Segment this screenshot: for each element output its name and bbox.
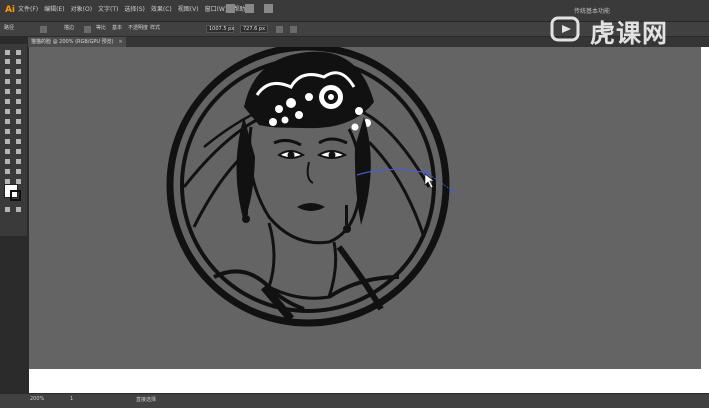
- width-icon[interactable]: [4, 118, 11, 125]
- x-field[interactable]: 1007.5 px: [206, 25, 234, 33]
- canvas-area[interactable]: [29, 47, 701, 369]
- rotate-icon[interactable]: [4, 108, 11, 115]
- menu-view[interactable]: 视图(V): [178, 4, 199, 16]
- uniform-label[interactable]: 等比: [96, 24, 106, 31]
- selection-type-label: 路径: [4, 25, 15, 31]
- menu-object[interactable]: 对象(O): [71, 4, 92, 16]
- type-icon[interactable]: [4, 78, 11, 85]
- watermark-text: 虎课网: [590, 19, 669, 48]
- menu-file[interactable]: 文件(F): [18, 4, 38, 16]
- collar-left: [213, 269, 305, 311]
- curvature-icon[interactable]: [15, 68, 22, 75]
- pencil-icon[interactable]: [4, 98, 11, 105]
- zoom-level[interactable]: 200%: [30, 396, 44, 402]
- screen-mode-icon[interactable]: [15, 206, 22, 213]
- y-field[interactable]: 727.6 px: [240, 25, 268, 33]
- watermark: 虎课网: [546, 10, 706, 50]
- transform-icon[interactable]: [290, 26, 297, 33]
- artboard-icon[interactable]: [4, 168, 11, 175]
- menu-window[interactable]: 窗口(W): [205, 4, 228, 16]
- paintbrush-icon[interactable]: [15, 88, 22, 95]
- artboard-edge: [29, 369, 701, 393]
- status-bar: 200% 1 直接选择: [0, 393, 709, 408]
- scale-icon[interactable]: [15, 108, 22, 115]
- close-icon[interactable]: ×: [118, 37, 122, 47]
- artwork-opera-face[interactable]: [29, 47, 701, 369]
- bridge-icon[interactable]: [226, 4, 235, 13]
- document-tab-title: 猫猫的脸 @ 200% (RGB/GPU 预览): [31, 39, 114, 45]
- stroke-color-swatch[interactable]: [10, 190, 21, 201]
- watermark-logo-icon: [550, 16, 580, 42]
- style-label[interactable]: 样式: [150, 24, 160, 31]
- selection-icon[interactable]: [4, 49, 11, 56]
- basic-label[interactable]: 基本: [112, 24, 122, 31]
- main-menu: 文件(F) 编辑(E) 对象(O) 文字(T) 选择(S) 效果(C) 视图(V…: [18, 4, 254, 16]
- opacity-label[interactable]: 不透明度: [128, 24, 148, 31]
- lasso-icon[interactable]: [15, 58, 22, 65]
- direct-selection-icon[interactable]: [15, 49, 22, 56]
- headdress[interactable]: [244, 51, 374, 129]
- magic-wand-icon[interactable]: [4, 58, 11, 65]
- graph-icon[interactable]: [15, 158, 22, 165]
- menu-select[interactable]: 选择(S): [124, 4, 145, 16]
- background-arc: [367, 140, 426, 238]
- menu-effect[interactable]: 效果(C): [151, 4, 172, 16]
- toolbox: [0, 44, 27, 236]
- eyedropper-icon[interactable]: [4, 148, 11, 155]
- face-outline[interactable]: [247, 126, 362, 245]
- align-icon[interactable]: [276, 26, 283, 33]
- stroke-label: 描边: [64, 25, 75, 31]
- menu-type[interactable]: 文字(T): [98, 4, 118, 16]
- stroke-swatch[interactable]: [84, 26, 91, 33]
- menubar-tools: [226, 4, 273, 13]
- gradient-icon[interactable]: [15, 138, 22, 145]
- artboard-number[interactable]: 1: [70, 396, 73, 402]
- pen-icon[interactable]: [4, 68, 11, 75]
- gpu-performance-icon[interactable]: [264, 4, 273, 13]
- rectangle-icon[interactable]: [4, 88, 11, 95]
- app-logo: Ai: [4, 5, 16, 15]
- slice-icon[interactable]: [15, 168, 22, 175]
- handle-point[interactable]: [451, 189, 455, 193]
- blend-icon[interactable]: [15, 148, 22, 155]
- arrange-documents-icon[interactable]: [245, 4, 254, 13]
- mesh-icon[interactable]: [4, 138, 11, 145]
- document-tab[interactable]: 猫猫的脸 @ 200% (RGB/GPU 预览) ×: [28, 37, 126, 47]
- menu-edit[interactable]: 编辑(E): [44, 4, 64, 16]
- current-tool: 直接选择: [136, 397, 157, 403]
- shape-builder-icon[interactable]: [4, 128, 11, 135]
- line-icon[interactable]: [15, 78, 22, 85]
- free-transform-icon[interactable]: [15, 118, 22, 125]
- symbol-sprayer-icon[interactable]: [4, 158, 11, 165]
- eraser-icon[interactable]: [15, 98, 22, 105]
- perspective-icon[interactable]: [15, 128, 22, 135]
- draw-mode-icon[interactable]: [4, 206, 11, 213]
- fill-swatch[interactable]: [40, 26, 47, 33]
- scroll-gutter[interactable]: [701, 47, 709, 393]
